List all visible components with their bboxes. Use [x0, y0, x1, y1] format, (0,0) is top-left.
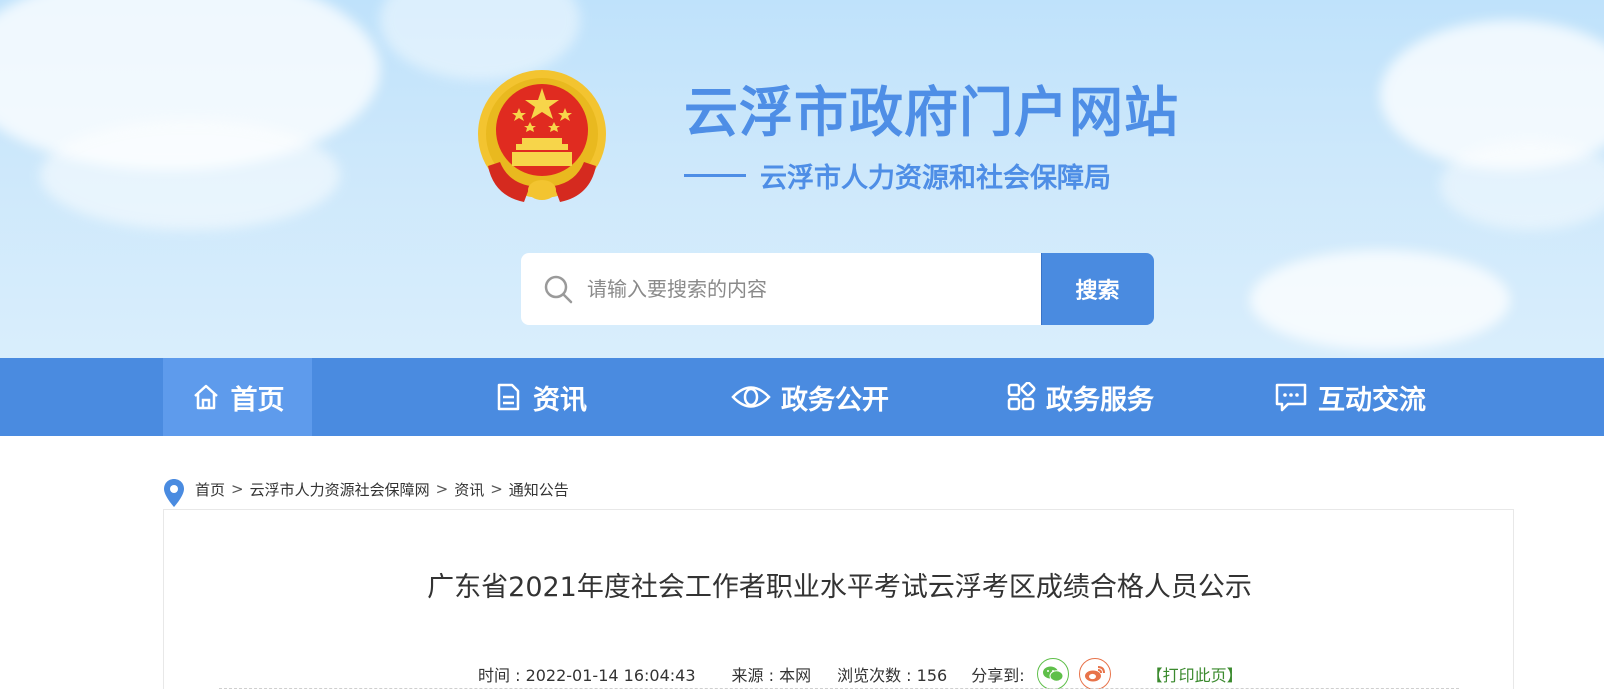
document-icon — [497, 383, 520, 411]
nav-label-interaction: 互动交流 — [1318, 384, 1426, 416]
subtitle-dash — [684, 174, 746, 177]
nav-label-home: 首页 — [230, 384, 285, 416]
article-meta: 时间 : 2022-01-14 16:04:43 来源 : 本网 浏览次数 : … — [478, 658, 1243, 689]
breadcrumb-separator: > — [231, 480, 244, 498]
home-icon — [193, 384, 218, 410]
main-nav: 首页 资讯 政务公开 政务服务 互动交流 — [0, 358, 1604, 436]
site-subtitle: 云浮市人力资源和社会保障局 — [684, 156, 1111, 195]
nav-item-home[interactable]: 首页 — [163, 358, 312, 436]
nav-item-gov-info[interactable]: 政务公开 — [720, 358, 900, 436]
breadcrumb-hr-site[interactable]: 云浮市人力资源社会保障网 — [250, 479, 430, 500]
search-input[interactable] — [587, 277, 1027, 301]
search-bar — [521, 253, 1041, 325]
weibo-share-button[interactable] — [1078, 658, 1111, 689]
breadcrumb: 首页 > 云浮市人力资源社会保障网 > 资讯 > 通知公告 — [163, 470, 569, 508]
chat-icon — [1275, 383, 1307, 412]
location-pin-icon — [164, 479, 184, 507]
share-label: 分享到: — [971, 666, 1025, 685]
article-title: 广东省2021年度社会工作者职业水平考试云浮考区成绩合格人员公示 — [427, 572, 1252, 603]
publish-time: 时间 : 2022-01-14 16:04:43 — [478, 666, 696, 685]
eye-icon — [731, 386, 771, 408]
nav-label-gov-service: 政务服务 — [1046, 384, 1154, 416]
nav-label-news: 资讯 — [533, 384, 587, 416]
print-page-link[interactable]: 【打印此页】 — [1147, 662, 1243, 686]
breadcrumb-separator: > — [490, 480, 503, 498]
nav-label-gov-info: 政务公开 — [781, 384, 889, 416]
wechat-icon — [1042, 666, 1064, 682]
breadcrumb-news[interactable]: 资讯 — [454, 479, 484, 500]
search-button[interactable]: 搜索 — [1041, 253, 1154, 325]
weibo-icon — [1084, 666, 1105, 682]
article-source: 来源 : 本网 — [731, 666, 812, 685]
nav-item-interaction[interactable]: 互动交流 — [1260, 358, 1440, 436]
grid-icon — [1007, 382, 1036, 411]
site-title: 云浮市政府门户网站 — [684, 81, 1179, 144]
national-emblem-icon — [478, 70, 606, 202]
wechat-share-button[interactable] — [1036, 658, 1069, 689]
breadcrumb-notices[interactable]: 通知公告 — [509, 479, 569, 500]
nav-item-news[interactable]: 资讯 — [440, 358, 640, 436]
search-icon — [544, 275, 573, 304]
article-panel: 广东省2021年度社会工作者职业水平考试云浮考区成绩合格人员公示 时间 : 20… — [163, 509, 1514, 689]
site-subtitle-text: 云浮市人力资源和社会保障局 — [760, 163, 1111, 194]
breadcrumb-separator: > — [435, 480, 449, 498]
nav-item-gov-service[interactable]: 政务服务 — [990, 358, 1170, 436]
view-count: 浏览次数 : 156 — [837, 666, 948, 685]
breadcrumb-home[interactable]: 首页 — [195, 479, 225, 500]
